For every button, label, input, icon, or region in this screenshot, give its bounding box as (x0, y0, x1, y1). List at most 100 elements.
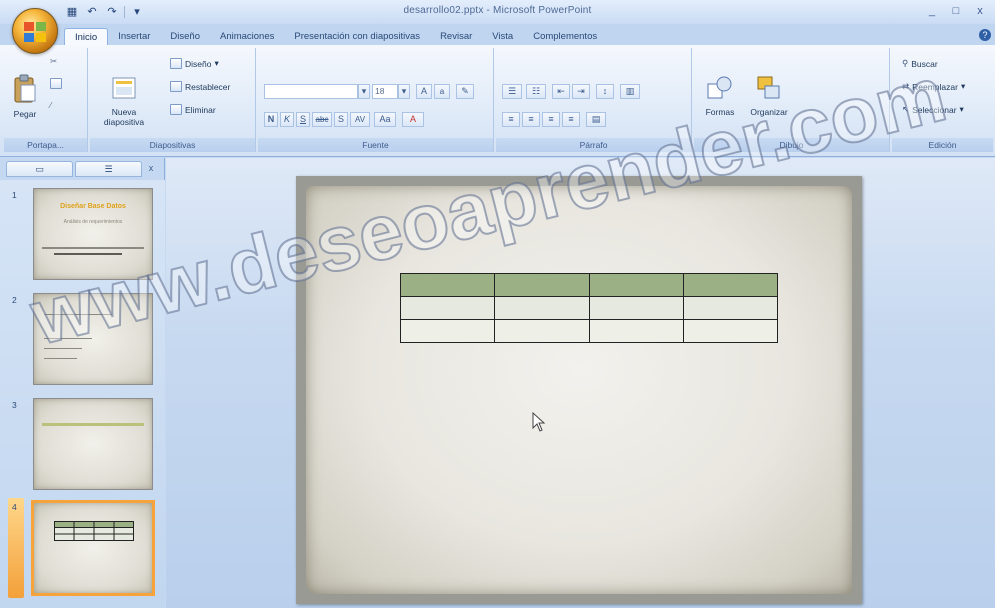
table-cell[interactable] (494, 319, 590, 343)
tab-presentacion[interactable]: Presentación con diapositivas (284, 28, 430, 45)
slide-thumbnail-row[interactable]: 3 (0, 398, 165, 494)
slide-thumbnail-2[interactable] (33, 293, 153, 385)
text-direction-button[interactable]: ▤ (586, 112, 606, 127)
tab-revisar[interactable]: Revisar (430, 28, 482, 45)
table-cell[interactable] (494, 296, 590, 320)
mouse-cursor-icon (532, 412, 546, 432)
table-cell[interactable] (399, 319, 496, 343)
slide-thumbnail-1[interactable]: Diseñar Base Datos Análisis de requerimi… (33, 188, 153, 280)
table-cell[interactable] (588, 319, 684, 343)
align-left-button[interactable]: ≡ (502, 112, 520, 127)
shapes-icon (707, 76, 732, 99)
paste-button[interactable]: Pegar (10, 74, 40, 119)
grow-font-button[interactable]: A (416, 84, 432, 99)
tab-insertar[interactable]: Insertar (108, 28, 160, 45)
tab-complementos[interactable]: Complementos (523, 28, 607, 45)
copy-button[interactable] (50, 78, 62, 89)
slide-thumbnails: 1 Diseñar Base Datos Análisis de requeri… (0, 180, 165, 608)
group-edicion: ⚲ Buscar ⇄ Reemplazar ▾ ↖ Seleccionar ▾ Edici… (892, 48, 993, 152)
maximize-button[interactable]: □ (947, 3, 965, 19)
line-spacing-button[interactable]: ↕ (596, 84, 614, 99)
columns-button[interactable]: ▥ (620, 84, 640, 99)
window-title: desarrollo02.pptx - Microsoft PowerPoint (403, 5, 592, 16)
shadow-button[interactable]: S (334, 112, 348, 127)
delete-slide-button[interactable]: Eliminar (170, 104, 216, 115)
tab-animaciones[interactable]: Animaciones (210, 28, 284, 45)
clear-format-button[interactable]: ✎ (456, 84, 474, 99)
bold-button[interactable]: N (264, 112, 278, 127)
table-cell[interactable] (588, 273, 684, 297)
font-name-dropdown[interactable]: ▾ (358, 84, 370, 99)
bullets-button[interactable]: ☰ (502, 84, 522, 99)
slide-number: 4 (12, 502, 17, 512)
slide-table[interactable] (399, 273, 779, 343)
numbering-button[interactable]: ☷ (526, 84, 546, 99)
group-label-diapositivas: Diapositivas (90, 138, 255, 152)
font-size-dropdown[interactable]: ▾ (398, 84, 410, 99)
clipboard-icon (14, 74, 36, 103)
increase-indent-button[interactable]: ⇥ (572, 84, 590, 99)
binoculars-icon: ⚲ (902, 58, 909, 68)
table-cell[interactable] (494, 273, 590, 297)
copy-icon (50, 78, 62, 89)
slide-editor (166, 158, 995, 608)
tab-diseno[interactable]: Diseño (160, 28, 210, 45)
slides-pane: ▭ ☰ x 1 Diseñar Base Datos Análisis de r… (0, 158, 165, 608)
thumb-decoration (44, 348, 82, 349)
char-spacing-button[interactable]: AV (350, 112, 370, 127)
new-slide-icon (112, 77, 136, 99)
tab-outline-pane[interactable]: ☰ (75, 161, 142, 177)
cut-button[interactable]: ✂ (50, 56, 57, 67)
table-cell[interactable] (588, 296, 684, 320)
table-cell[interactable] (399, 296, 496, 320)
shrink-font-button[interactable]: a (434, 84, 450, 99)
strikethrough-button[interactable]: abc (312, 112, 332, 127)
pane-tabs: ▭ ☰ x (6, 161, 158, 177)
group-fuente: ▾ 18 ▾ A a ✎ N K S abc S AV Aa A Fuente (258, 48, 494, 152)
office-button[interactable] (12, 8, 58, 54)
table-cell[interactable] (399, 273, 496, 297)
decrease-indent-button[interactable]: ⇤ (552, 84, 570, 99)
slide-thumbnail-row-selected[interactable]: 4 (0, 498, 165, 598)
close-button[interactable]: x (971, 3, 989, 19)
justify-button[interactable]: ≡ (562, 112, 580, 127)
slide-thumbnail-3[interactable] (33, 398, 153, 490)
align-right-button[interactable]: ≡ (542, 112, 560, 127)
delete-icon (170, 104, 182, 115)
layout-button[interactable]: Diseño ▾ (170, 58, 219, 69)
change-case-button[interactable]: Aa (374, 112, 396, 127)
table-row (399, 273, 779, 297)
slide-thumbnail-row[interactable]: 2 (0, 293, 165, 389)
ribbon: Pegar ✂ ⁄ Portapa... Nueva diapositiva D… (0, 45, 995, 157)
font-size-field[interactable]: 18 (372, 84, 398, 99)
table-cell[interactable] (682, 273, 779, 297)
underline-button[interactable]: S (296, 112, 310, 127)
tab-vista[interactable]: Vista (482, 28, 523, 45)
slides-pane-icon: ▭ (35, 164, 44, 174)
tab-slides-pane[interactable]: ▭ (6, 161, 73, 177)
table-cell[interactable] (682, 296, 779, 320)
italic-button[interactable]: K (280, 112, 294, 127)
scissors-icon: ✂ (50, 56, 58, 66)
align-center-button[interactable]: ≡ (522, 112, 540, 127)
shapes-button[interactable]: Formas (700, 74, 740, 117)
close-pane-icon[interactable]: x (144, 161, 158, 177)
format-painter-button[interactable]: ⁄ (50, 100, 51, 110)
select-arrow-icon: ↖ (902, 104, 910, 114)
font-name-field[interactable] (264, 84, 358, 99)
slide-thumbnail-row[interactable]: 1 Diseñar Base Datos Análisis de requeri… (0, 188, 165, 284)
minimize-button[interactable]: _ (923, 3, 941, 19)
new-slide-button[interactable]: Nueva diapositiva (96, 74, 152, 127)
slide-canvas[interactable] (296, 176, 862, 604)
help-icon[interactable]: ? (979, 29, 991, 41)
table-cell[interactable] (682, 319, 779, 343)
thumb-decoration (42, 423, 144, 426)
select-button[interactable]: ↖ Seleccionar ▾ (902, 104, 964, 115)
arrange-button[interactable]: Organizar (744, 74, 794, 117)
find-button[interactable]: ⚲ Buscar (902, 58, 938, 69)
replace-button[interactable]: ⇄ Reemplazar ▾ (902, 81, 965, 92)
reset-button[interactable]: Restablecer (170, 81, 230, 92)
font-color-button[interactable]: A (402, 112, 424, 127)
slide-thumbnail-4[interactable] (31, 500, 155, 596)
tab-inicio[interactable]: Inicio (64, 28, 109, 45)
